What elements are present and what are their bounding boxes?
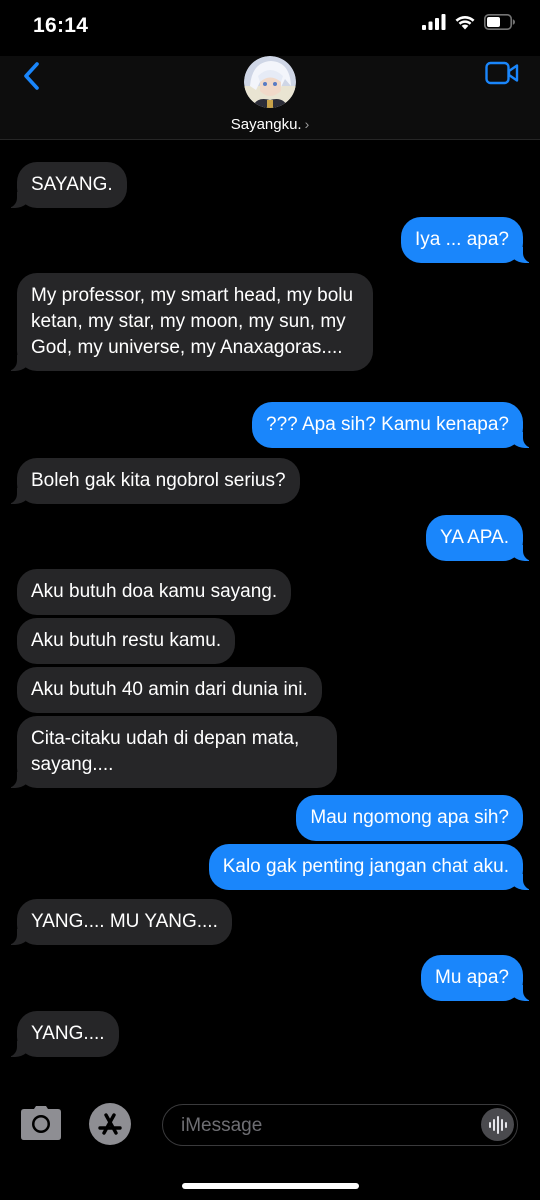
- message-bubble-incoming[interactable]: Aku butuh 40 amin dari dunia ini.: [17, 667, 322, 713]
- message-bubble-incoming[interactable]: Aku butuh restu kamu.: [17, 618, 236, 664]
- message-input-bar: [0, 1095, 540, 1155]
- video-camera-icon: [485, 61, 519, 85]
- contact-name-button[interactable]: Sayangku. ›: [0, 116, 540, 133]
- message-text: Mau ngomong apa sih?: [310, 807, 509, 828]
- home-indicator[interactable]: [182, 1183, 359, 1189]
- message-text: Aku butuh 40 amin dari dunia ini.: [31, 679, 308, 700]
- message-text: Aku butuh doa kamu sayang.: [31, 581, 278, 602]
- message-text: Cita-citaku udah di depan mata, sayang..…: [31, 728, 300, 775]
- message-bubble-incoming[interactable]: YANG.... MU YANG....: [7, 899, 232, 945]
- camera-button[interactable]: [20, 1105, 62, 1141]
- message-bubble-incoming[interactable]: Aku butuh doa kamu sayang.: [17, 569, 292, 615]
- app-store-button[interactable]: [88, 1102, 132, 1146]
- app-store-icon: [89, 1103, 131, 1145]
- audio-waveform-icon: [488, 1115, 507, 1134]
- message-bubble-incoming[interactable]: YANG....: [7, 1011, 119, 1057]
- status-bar: 16:14: [0, 0, 540, 56]
- message-text: Iya ... apa?: [414, 229, 509, 250]
- message-bubble-incoming[interactable]: SAYANG.: [7, 162, 127, 208]
- message-text: ??? Apa sih? Kamu kenapa?: [266, 414, 509, 435]
- message-text: Boleh gak kita ngobrol serius?: [31, 470, 286, 491]
- message-text: Aku butuh restu kamu.: [31, 630, 222, 651]
- imessage-field[interactable]: [162, 1104, 518, 1146]
- status-time: 16:14: [33, 14, 89, 37]
- message-text: Mu apa?: [435, 967, 509, 988]
- message-bubble-outgoing[interactable]: Kalo gak penting jangan chat aku.: [208, 844, 534, 890]
- message-bubble-incoming[interactable]: Cita-citaku udah di depan mata, sayang..…: [7, 716, 337, 788]
- message-bubble-incoming[interactable]: Boleh gak kita ngobrol serius?: [7, 458, 300, 504]
- message-text: SAYANG.: [31, 174, 113, 195]
- back-button[interactable]: [14, 58, 50, 94]
- message-text: YANG.... MU YANG....: [31, 911, 218, 932]
- avatar[interactable]: [244, 56, 296, 108]
- chevron-left-icon: [24, 62, 39, 90]
- message-bubble-outgoing[interactable]: Mu apa?: [421, 955, 533, 1001]
- message-bubble-outgoing[interactable]: ??? Apa sih? Kamu kenapa?: [252, 402, 533, 448]
- message-bubble-outgoing[interactable]: YA APA.: [425, 515, 534, 561]
- message-input[interactable]: [179, 1105, 473, 1146]
- contact-avatar-image: [244, 56, 296, 108]
- camera-icon: [21, 1106, 61, 1140]
- wifi-icon: [455, 16, 475, 30]
- message-text: YA APA.: [439, 527, 509, 548]
- message-text: My professor, my smart head, my bolu ket…: [31, 285, 354, 358]
- message-text: Kalo gak penting jangan chat aku.: [222, 856, 509, 877]
- status-icons: [422, 14, 516, 30]
- message-bubble-outgoing[interactable]: Mau ngomong apa sih?: [296, 795, 523, 841]
- audio-message-button[interactable]: [481, 1108, 514, 1141]
- message-text: YANG....: [31, 1023, 105, 1044]
- message-bubble-incoming[interactable]: My professor, my smart head, my bolu ket…: [7, 273, 373, 371]
- message-bubble-outgoing[interactable]: Iya ... apa?: [400, 217, 534, 263]
- conversation-header: Sayangku. ›: [0, 56, 540, 140]
- message-list[interactable]: SAYANG. Iya ... apa? My professor, my sm…: [0, 140, 540, 1080]
- chevron-right-icon: ›: [304, 116, 310, 132]
- battery-icon: [484, 14, 515, 30]
- facetime-video-button[interactable]: [484, 58, 520, 88]
- cellular-signal-icon: [422, 14, 446, 30]
- contact-name: Sayangku.: [230, 116, 302, 133]
